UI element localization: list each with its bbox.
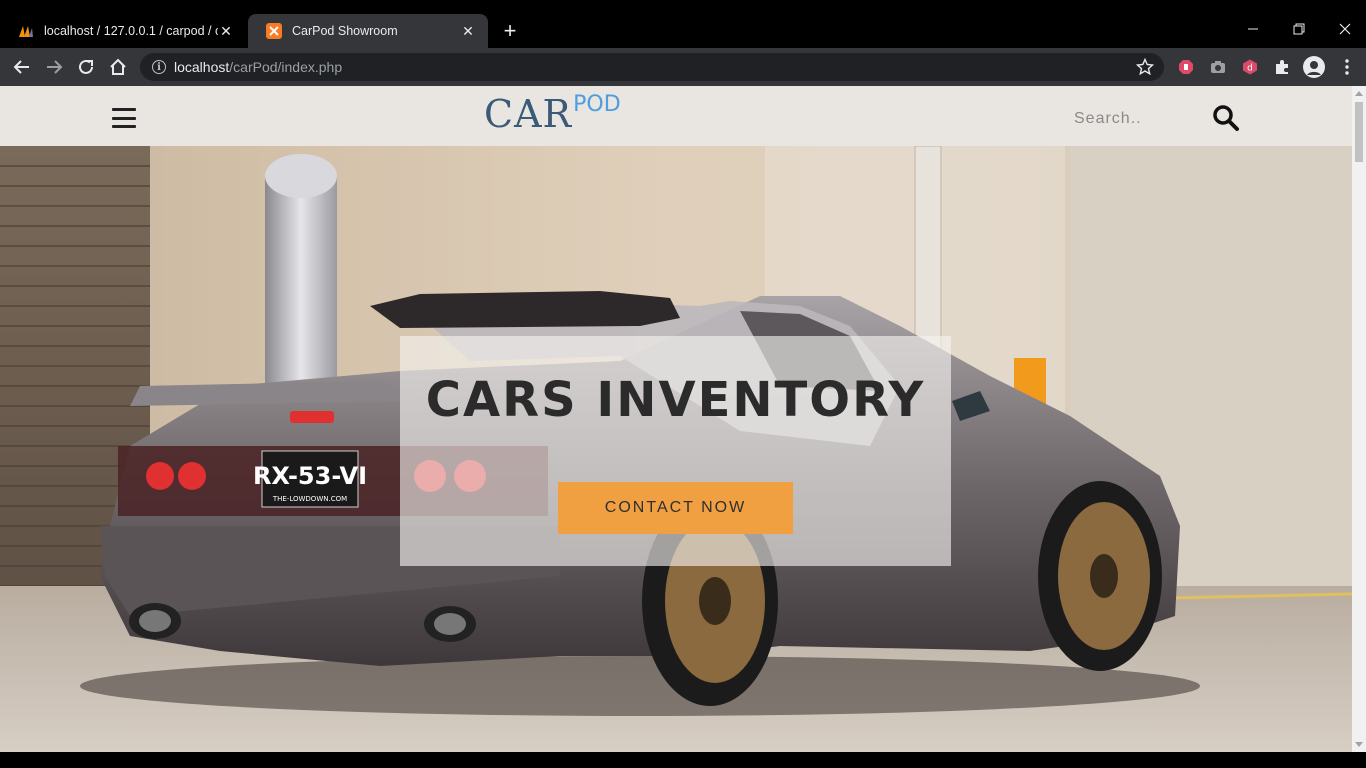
- home-icon[interactable]: [106, 55, 130, 79]
- profile-avatar-icon[interactable]: [1302, 55, 1326, 79]
- window-bottom-edge: [0, 752, 1366, 768]
- browser-toolbar: i localhost/carPod/index.php d: [0, 48, 1366, 86]
- page-scrollbar[interactable]: [1352, 86, 1366, 752]
- search-icon[interactable]: [1212, 104, 1240, 132]
- new-tab-button[interactable]: +: [498, 20, 522, 44]
- tab-title: CarPod Showroom: [292, 24, 398, 38]
- scroll-down-arrow-icon[interactable]: [1355, 742, 1363, 747]
- forward-icon[interactable]: [42, 55, 66, 79]
- hero-title: CARS INVENTORY: [425, 372, 926, 428]
- url-path: /carPod/index.php: [229, 59, 343, 75]
- scrollbar-thumb[interactable]: [1355, 102, 1363, 162]
- close-icon[interactable]: ✕: [218, 23, 234, 39]
- tab-phpmyadmin[interactable]: localhost / 127.0.0.1 / carpod / ca ✕: [0, 14, 246, 48]
- xampp-icon: [266, 23, 282, 39]
- contact-now-button[interactable]: CONTACT NOW: [558, 482, 793, 534]
- url-host: localhost: [174, 59, 230, 75]
- extensions-puzzle-icon[interactable]: [1272, 57, 1292, 77]
- info-icon[interactable]: i: [152, 60, 166, 74]
- search-input[interactable]: [1064, 106, 1194, 132]
- hamburger-menu-icon[interactable]: [112, 108, 136, 128]
- close-icon[interactable]: ✕: [460, 23, 476, 39]
- menu-kebab-icon[interactable]: [1337, 57, 1357, 77]
- address-bar[interactable]: i localhost/carPod/index.php: [140, 53, 1164, 81]
- tab-carpod[interactable]: CarPod Showroom ✕: [248, 14, 488, 48]
- tab-title: localhost / 127.0.0.1 / carpod / ca: [44, 24, 218, 38]
- hero-banner: RX-53-VI THE-LOWDOWN.COM CARS INVENTORY …: [0, 146, 1352, 752]
- logo-super-text: POD: [573, 92, 621, 117]
- logo-main-text: CAR: [484, 92, 573, 136]
- phpmyadmin-icon: [18, 23, 34, 39]
- scroll-up-arrow-icon[interactable]: [1355, 91, 1363, 96]
- close-window-icon[interactable]: [1322, 14, 1366, 44]
- page-viewport: CAR POD Search.. RX-53-VI THE-LOWDOWN.CO…: [0, 86, 1352, 752]
- extension-d-icon[interactable]: d: [1240, 57, 1260, 77]
- svg-text:d: d: [1247, 64, 1253, 74]
- extension-octagon-icon[interactable]: [1176, 57, 1196, 77]
- license-plate-text: RX-53-VI: [253, 462, 367, 490]
- bookmark-star-icon[interactable]: [1135, 57, 1155, 76]
- browser-tab-bar: localhost / 127.0.0.1 / carpod / ca ✕ Ca…: [0, 0, 1366, 48]
- hero-overlay-card: CARS INVENTORY CONTACT NOW: [400, 336, 951, 566]
- reload-icon[interactable]: [74, 55, 98, 79]
- restore-icon[interactable]: [1276, 14, 1322, 44]
- site-header: CAR POD: [0, 86, 1352, 146]
- license-plate-subtext: THE-LOWDOWN.COM: [272, 495, 347, 503]
- carpod-logo[interactable]: CAR POD: [484, 90, 621, 138]
- back-icon[interactable]: [10, 55, 34, 79]
- minimize-icon[interactable]: [1230, 14, 1276, 44]
- camera-extension-icon[interactable]: [1208, 57, 1228, 77]
